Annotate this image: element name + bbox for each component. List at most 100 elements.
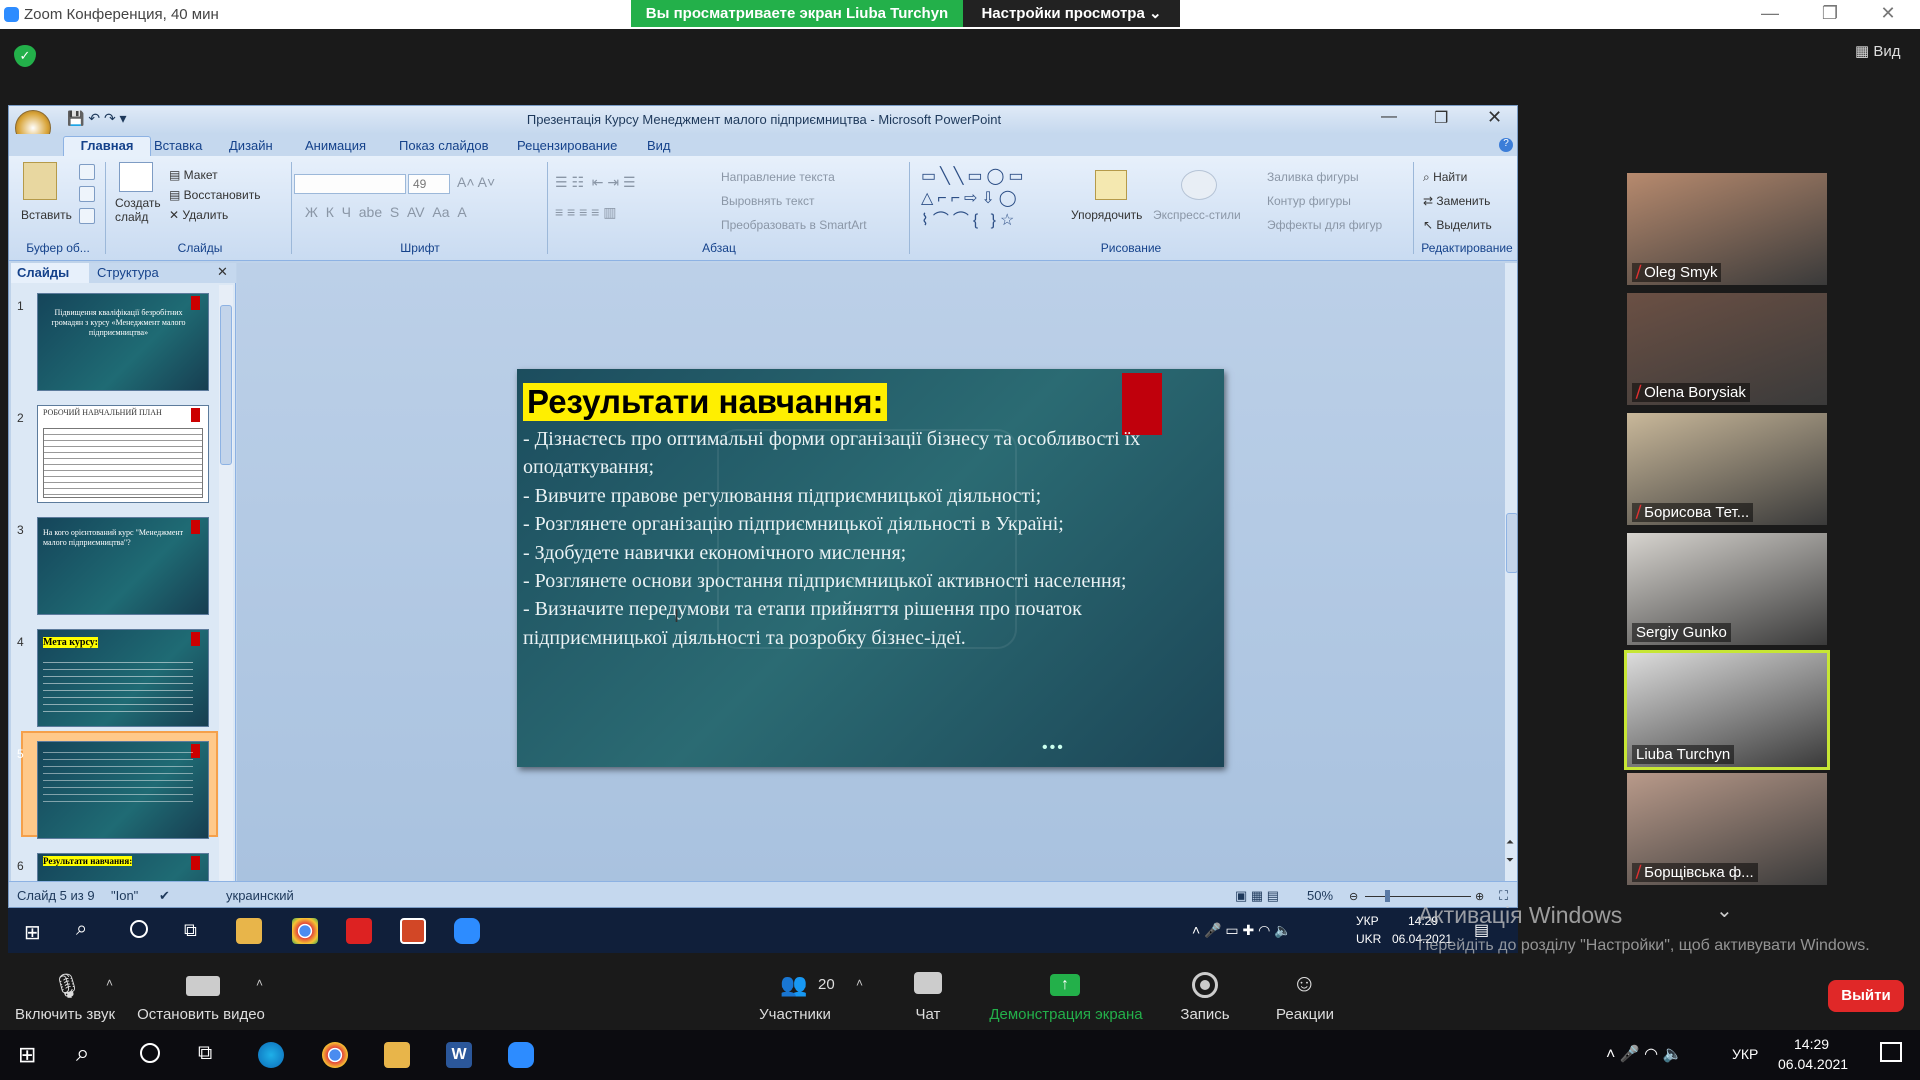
text-direction-button[interactable]: Направление текста (721, 170, 835, 184)
participants-chevron-icon[interactable]: ˄ (856, 976, 863, 990)
unmute-button[interactable]: Включить звук (10, 1006, 120, 1023)
chrome-icon[interactable] (322, 1042, 348, 1068)
slide-thumb-5[interactable] (37, 741, 209, 839)
zoom-taskbar-icon[interactable] (508, 1042, 534, 1068)
zoom-level[interactable]: 50% (1307, 888, 1333, 903)
security-shield-icon[interactable]: ✓ (14, 45, 36, 67)
font-style-buttons[interactable]: Ж К Ч abe S AV Aa A (305, 204, 467, 220)
shape-fill-button[interactable]: Заливка фигуры (1267, 170, 1359, 184)
explorer-icon[interactable] (384, 1042, 410, 1068)
tray-lang-2[interactable]: UKR (1356, 932, 1381, 946)
new-slide-icon[interactable] (119, 162, 153, 192)
stop-video-button[interactable]: Остановить видео (136, 1006, 266, 1023)
chrome-icon[interactable] (292, 918, 318, 944)
find-button[interactable]: ⌕ Найти (1423, 170, 1467, 185)
acrobat-icon[interactable] (346, 918, 372, 944)
participant-video[interactable]: ⧸ Борщівська ф... (1627, 773, 1827, 885)
view-options-button[interactable]: Настройки просмотра ⌄ (963, 0, 1180, 27)
quick-styles-icon[interactable] (1181, 170, 1217, 200)
spellcheck-icon[interactable]: ✔ (159, 888, 170, 904)
chat-button[interactable]: Чат (900, 1006, 956, 1023)
quick-styles-button[interactable]: Экспресс-стили (1153, 208, 1241, 222)
word-icon[interactable]: W (446, 1042, 472, 1068)
start-icon[interactable]: ⊞ (24, 920, 41, 945)
pane-scrollbar[interactable] (219, 285, 233, 881)
notification-icon[interactable] (1880, 1042, 1902, 1062)
tray-icons[interactable]: ˄ 🎤 ◠ 🔈 (1606, 1044, 1682, 1064)
search-icon[interactable]: ⌕ (76, 918, 87, 941)
cut-icon[interactable] (79, 164, 95, 180)
help-icon[interactable]: ? (1499, 138, 1513, 152)
cortana-icon[interactable] (130, 920, 148, 938)
scroll-thumb[interactable] (1506, 513, 1517, 573)
copy-icon[interactable] (79, 186, 95, 202)
pane-close-icon[interactable]: ✕ (217, 264, 228, 280)
task-view-icon[interactable]: ⧉ (184, 920, 197, 941)
delete-slide-button[interactable]: ✕ Удалить (169, 208, 228, 222)
next-slide-icon[interactable]: ⏷ (1506, 855, 1514, 866)
smartart-button[interactable]: Преобразовать в SmartArt (721, 218, 867, 232)
slide-thumb-3[interactable]: На кого орієнтований курс "Менеджмент ма… (37, 517, 209, 615)
video-camera-icon[interactable] (186, 976, 220, 996)
list-buttons[interactable]: ☰ ☷ ⇤ ⇥ ☰ (555, 174, 636, 191)
restore-icon[interactable]: ❐ (1810, 3, 1850, 24)
minimize-icon[interactable]: — (1750, 3, 1790, 24)
font-name-field[interactable] (294, 174, 406, 194)
close-icon[interactable]: ✕ (1868, 3, 1908, 24)
grow-font-icon[interactable]: A˄ A˅ (457, 174, 495, 190)
participant-video-active[interactable]: Liuba Turchyn (1624, 650, 1830, 770)
ppt-close-icon[interactable]: ✕ (1487, 107, 1502, 128)
slide-title[interactable]: Результати навчання: (523, 383, 888, 421)
share-screen-icon[interactable]: ↑ (1050, 974, 1080, 996)
record-button[interactable]: Запись (1170, 1006, 1240, 1023)
slide-thumb-4[interactable]: Мета курсу: (37, 629, 209, 727)
zoom-slider[interactable]: ⊖ ⊕ (1349, 890, 1489, 903)
ppt-restore-icon[interactable]: ❐ (1434, 108, 1448, 128)
participants-icon[interactable]: 👥 (780, 972, 807, 998)
shapes-gallery[interactable]: ▭╲╲▭◯▭ △⌐⌐⇨⇩◯ ⌇⌒⌒{ }☆ (921, 166, 1061, 232)
reactions-icon[interactable]: ☺ (1292, 970, 1317, 998)
align-text-button[interactable]: Выровнять текст (721, 194, 814, 208)
tab-slides[interactable]: Слайды (11, 263, 89, 283)
tray-lang-1[interactable]: УКР (1356, 914, 1379, 928)
tab-design[interactable]: Дизайн (229, 138, 273, 153)
slide-thumb-2[interactable]: РОБОЧИЙ НАВЧАЛЬНИЙ ПЛАН (37, 405, 209, 503)
arrange-button[interactable]: Упорядочить (1071, 208, 1142, 222)
tab-outline[interactable]: Структура (97, 265, 159, 280)
ppt-minimize-icon[interactable]: — (1381, 108, 1397, 126)
slide-scrollbar[interactable]: ⏶ ⏷ (1505, 263, 1517, 881)
video-options-chevron-icon[interactable]: ˄ (256, 976, 263, 990)
tab-view[interactable]: Вид (647, 138, 671, 153)
tray-lang[interactable]: УКР (1732, 1046, 1758, 1062)
record-icon[interactable] (1192, 972, 1218, 998)
search-icon[interactable]: ⌕ (76, 1040, 89, 1068)
leave-button[interactable]: Выйти (1828, 980, 1904, 1012)
arrange-icon[interactable] (1095, 170, 1127, 200)
new-slide-button[interactable]: Создать слайд (115, 196, 161, 224)
align-buttons[interactable]: ≡ ≡ ≡ ≡ ▥ (555, 204, 616, 221)
mic-muted-icon[interactable]: 🎙 (52, 972, 82, 1001)
current-slide[interactable]: Результати навчання: - Дізнаєтесь про оп… (517, 369, 1224, 767)
task-view-icon[interactable]: ⧉ (198, 1042, 212, 1065)
participants-button[interactable]: Участники (740, 1006, 850, 1023)
paste-icon[interactable] (23, 162, 57, 200)
cortana-icon[interactable] (140, 1043, 160, 1063)
tab-slideshow[interactable]: Показ слайдов (399, 138, 489, 153)
language-status[interactable]: украинский (226, 888, 294, 903)
start-icon[interactable]: ⊞ (18, 1042, 36, 1068)
select-button[interactable]: ↖ Выделить (1423, 218, 1492, 232)
prev-slide-icon[interactable]: ⏶ (1506, 837, 1514, 848)
chat-icon[interactable] (914, 972, 942, 994)
explorer-icon[interactable] (236, 918, 262, 944)
reset-button[interactable]: ▤ Восстановить (169, 188, 261, 202)
slide-thumb-1[interactable]: Підвищення кваліфікації безробітних гром… (37, 293, 209, 391)
audio-options-chevron-icon[interactable]: ˄ (106, 976, 113, 990)
slide-body-text[interactable]: - Дізнаєтесь про оптимальні форми органі… (523, 425, 1213, 652)
font-size-field[interactable]: 49 (408, 174, 450, 194)
view-mode-icons[interactable]: ▣ ▦ ▤ (1235, 888, 1279, 904)
chevron-down-icon[interactable]: ⌄ (1716, 898, 1733, 923)
participant-video[interactable]: Sergiy Gunko (1627, 533, 1827, 645)
reactions-button[interactable]: Реакции (1270, 1006, 1340, 1023)
shape-outline-button[interactable]: Контур фигуры (1267, 194, 1351, 208)
tray-icons[interactable]: ˄ 🎤 ▭ ✚ ◠ 🔈 (1192, 922, 1292, 939)
